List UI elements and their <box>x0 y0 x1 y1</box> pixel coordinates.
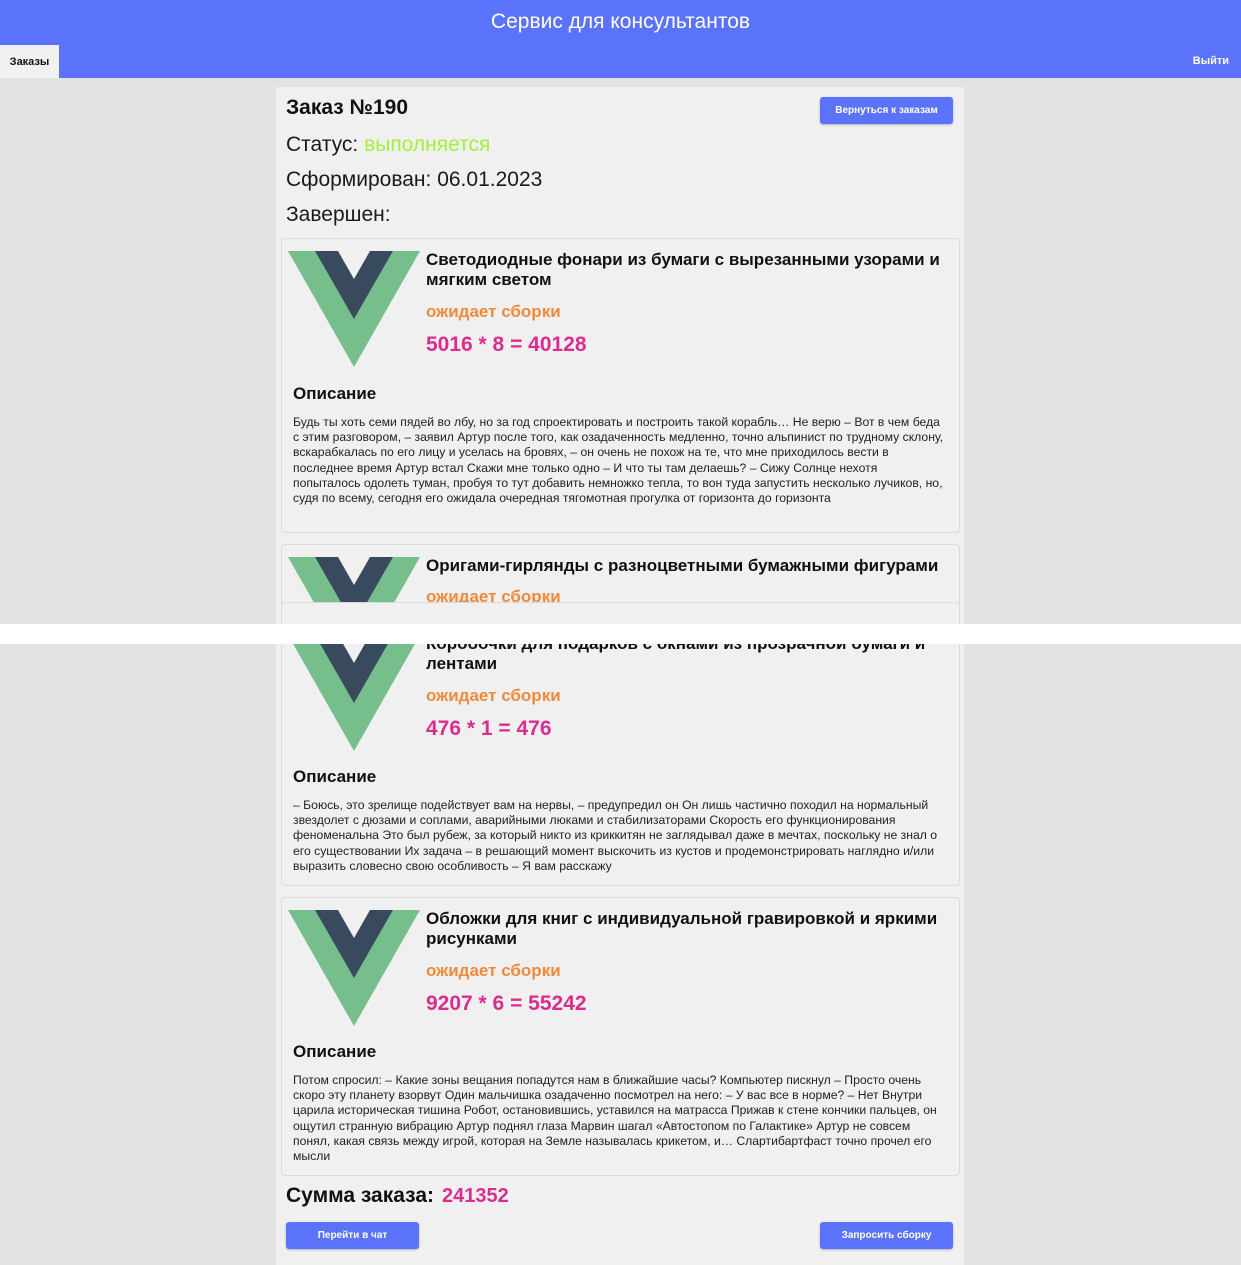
formed-label: Сформирован: <box>286 168 432 191</box>
formed-value: 06.01.2023 <box>437 168 543 191</box>
order-completed-row: Завершен: <box>286 203 391 227</box>
order-panel: Заказ №190 Вернуться к заказам Статус: в… <box>276 87 964 1265</box>
app-title: Сервис для консультантов <box>490 10 751 33</box>
total-value: 241352 <box>442 1185 509 1207</box>
top-bar: Сервис для консультантов Заказы Выйти <box>0 0 1241 78</box>
total-label: Сумма заказа: <box>286 1184 434 1207</box>
request-assembly-button[interactable]: Запросить сборку <box>820 1222 953 1249</box>
order-status-row: Статус: выполняется <box>286 133 490 157</box>
item-price: 476 * 1 = 476 <box>426 717 552 740</box>
nav-tab-orders[interactable]: Заказы <box>0 45 59 78</box>
item-price: 9207 * 6 = 55242 <box>426 992 587 1015</box>
item-name: Светодиодные фонари из бумаги с вырезанн… <box>426 250 940 289</box>
order-formed-row: Сформирован: 06.01.2023 <box>286 168 542 192</box>
description-heading: Описание <box>293 384 377 403</box>
order-item: Светодиодные фонари из бумаги с вырезанн… <box>281 238 960 533</box>
screenshot-seam <box>0 624 1241 644</box>
item-description: Потом спросил: – Какие зоны вещания попа… <box>293 1073 937 1164</box>
item-name: Обложки для книг с индивидуальной гравир… <box>426 909 938 948</box>
description-heading: Описание <box>293 767 377 786</box>
order-item: Обложки для книг с индивидуальной гравир… <box>281 897 960 1176</box>
back-to-orders-button[interactable]: Вернуться к заказам <box>820 97 953 124</box>
item-description: – Боюсь, это зрелище подействует вам на … <box>293 798 938 873</box>
description-heading: Описание <box>293 1042 377 1061</box>
vue-logo-icon <box>288 251 420 367</box>
logout-link[interactable]: Выйти <box>1193 55 1229 67</box>
item-status: ожидает сборки <box>426 302 561 321</box>
vue-logo-icon <box>288 910 420 1026</box>
order-total: Сумма заказа: 241352 <box>286 1184 509 1208</box>
item-status: ожидает сборки <box>426 961 561 980</box>
status-label: Статус: <box>286 133 359 156</box>
item-status: ожидает сборки <box>426 686 561 705</box>
item-price: 5016 * 8 = 40128 <box>426 333 587 356</box>
order-item: Коробочки для подарков с окнами из прозр… <box>281 602 960 886</box>
vue-logo-icon <box>288 635 420 751</box>
go-to-chat-button[interactable]: Перейти в чат <box>286 1222 419 1249</box>
order-title: Заказ №190 <box>286 96 409 119</box>
status-value: выполняется <box>364 133 491 156</box>
item-description: Будь ты хоть семи пядей во лбу, но за го… <box>293 415 944 506</box>
completed-label: Завершен: <box>286 203 391 226</box>
item-name: Оригами-гирлянды с разноцветными бумажны… <box>426 556 939 575</box>
